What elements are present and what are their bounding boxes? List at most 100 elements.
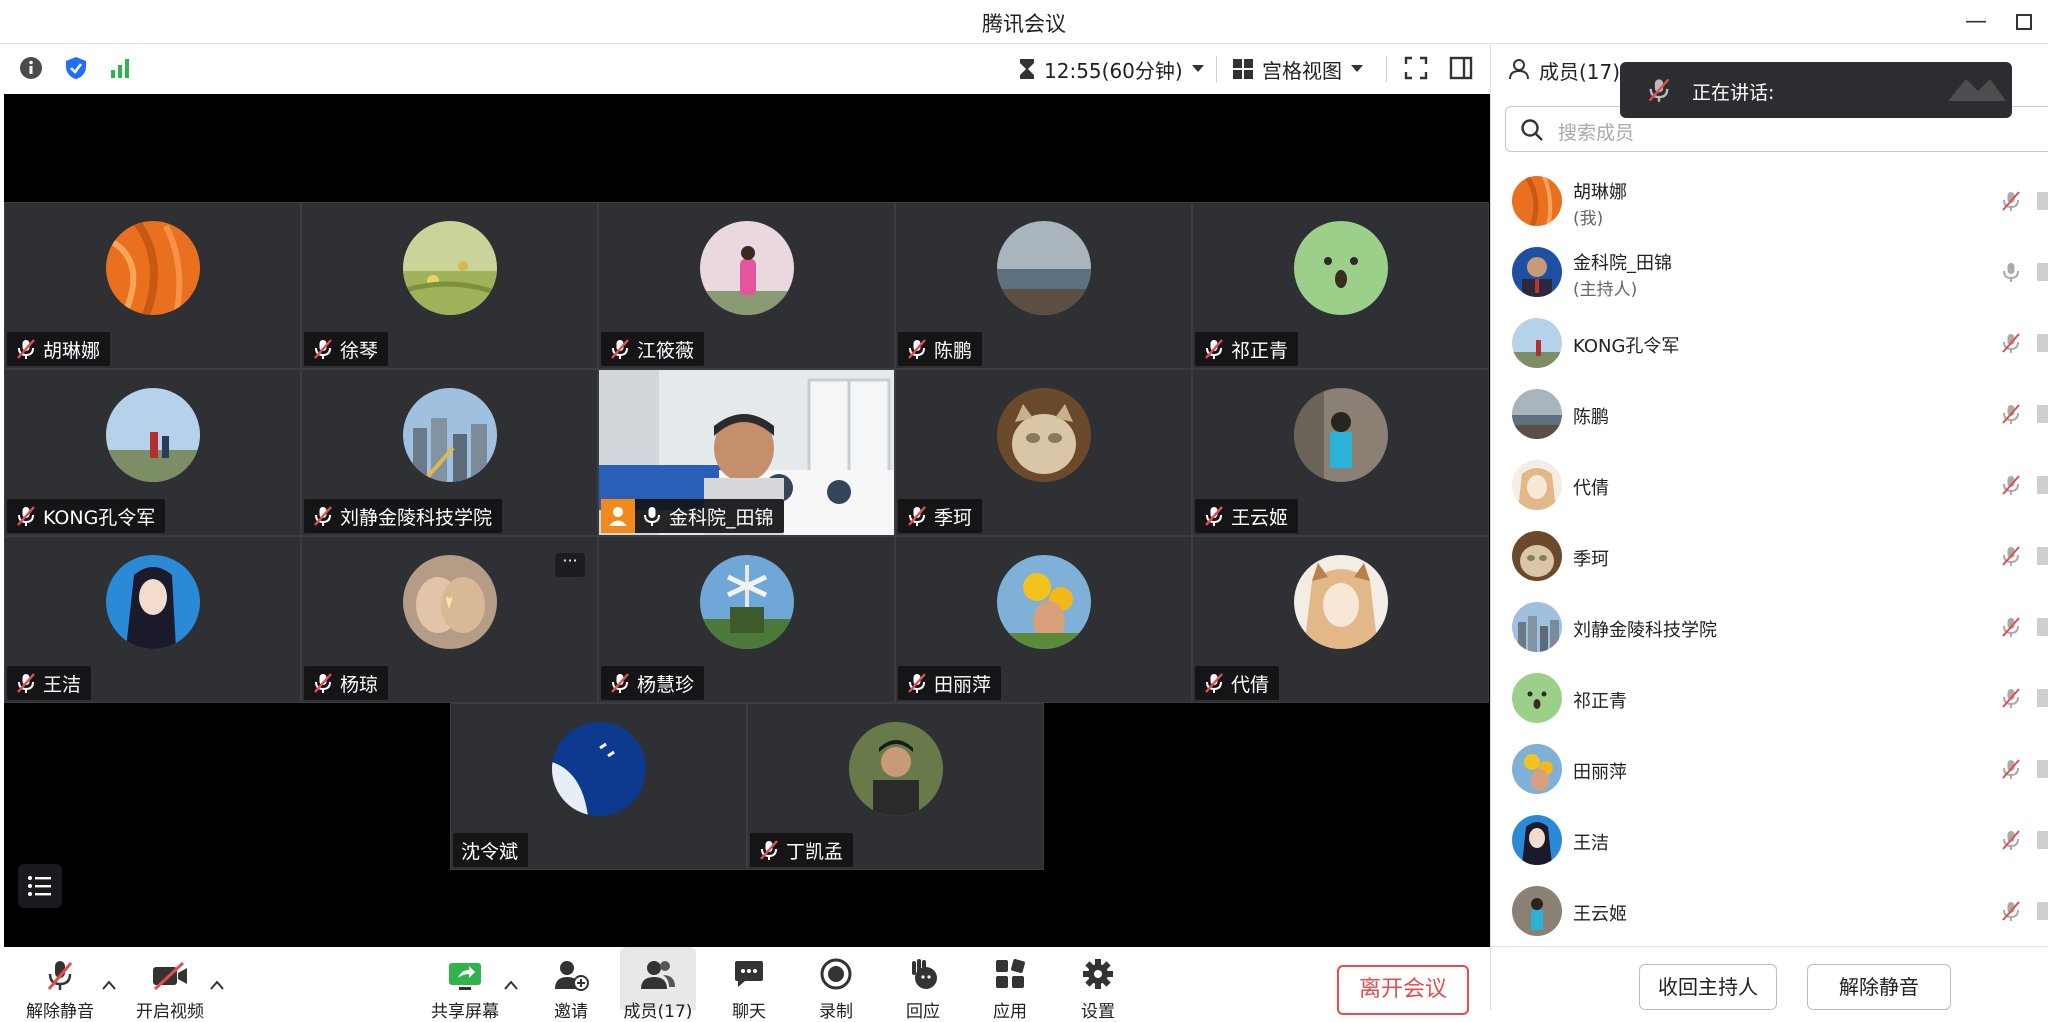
unmute-all-button[interactable]: 解除静音 xyxy=(1807,964,1951,1010)
camera-off-icon[interactable] xyxy=(2037,902,2048,920)
mic-muted-icon xyxy=(1205,506,1223,526)
camera-off-icon[interactable] xyxy=(2037,192,2048,210)
leave-meeting-button[interactable]: 离开会议 xyxy=(1337,965,1469,1015)
mic-muted-icon[interactable] xyxy=(2000,900,2022,922)
members-panel-title: 成员(17) xyxy=(1539,60,1621,84)
chevron-down-icon xyxy=(1191,65,1204,72)
start-video-button[interactable]: 开启视频 xyxy=(130,947,210,1022)
mic-muted-icon[interactable] xyxy=(2000,687,2022,709)
video-grid: 胡琳娜 徐琴 江筱薇 陈鹏 祁正青 KONG孔令军 刘静金陵科技学院 金科院_田… xyxy=(4,94,1490,947)
participant-tile[interactable]: 祁正青 xyxy=(1192,202,1489,369)
member-name: 王洁 xyxy=(1573,833,1609,854)
name-tag: 季珂 xyxy=(898,499,983,533)
member-row[interactable]: 田丽萍 xyxy=(1491,734,2048,805)
camera-off-icon[interactable] xyxy=(2037,547,2048,565)
member-row[interactable]: 王洁 xyxy=(1491,805,2048,876)
timer-text: 12:55(60分钟) xyxy=(1044,58,1183,83)
minimize-button[interactable]: — xyxy=(1958,6,1994,38)
avatar xyxy=(996,221,1091,315)
participant-list-toggle[interactable] xyxy=(18,864,62,908)
unmute-button[interactable]: 解除静音 xyxy=(20,947,100,1022)
mic-on-icon[interactable] xyxy=(2000,261,2022,283)
camera-off-icon[interactable] xyxy=(2037,760,2048,778)
mic-muted-icon[interactable] xyxy=(2000,616,2022,638)
member-row[interactable]: 陈鹏 xyxy=(1491,379,2048,450)
participant-tile[interactable]: 刘静金陵科技学院 xyxy=(301,369,598,536)
member-row[interactable]: 王云姬 xyxy=(1491,876,2048,947)
participant-tile[interactable]: 丁凯孟 xyxy=(747,703,1044,870)
reclaim-host-button[interactable]: 收回主持人 xyxy=(1639,964,1777,1010)
security-shield-icon[interactable] xyxy=(63,55,89,85)
member-row[interactable]: KONG孔令军 xyxy=(1491,308,2048,379)
camera-off-icon[interactable] xyxy=(2037,334,2048,352)
invite-button[interactable]: 邀请 xyxy=(531,947,611,1022)
member-row[interactable]: 代倩 xyxy=(1491,450,2048,521)
mic-muted-icon[interactable] xyxy=(2000,403,2022,425)
more-options-button[interactable]: ··· xyxy=(555,553,585,577)
meeting-timer[interactable]: 12:55(60分钟) xyxy=(1018,54,1205,84)
speaking-label: 正在讲话: xyxy=(1692,82,1775,104)
info-icon[interactable] xyxy=(18,55,44,85)
avatar xyxy=(402,388,497,482)
name-tag: 胡琳娜 xyxy=(7,332,111,366)
audio-options-chevron[interactable] xyxy=(98,947,120,1010)
network-signal-icon[interactable] xyxy=(108,55,134,85)
participant-tile[interactable]: 田丽萍 xyxy=(895,536,1192,703)
settings-button[interactable]: 设置 xyxy=(1058,947,1138,1022)
record-button[interactable]: 录制 xyxy=(796,947,876,1022)
video-options-chevron[interactable] xyxy=(206,947,228,1010)
avatar xyxy=(105,388,200,482)
participant-tile[interactable]: 王洁 xyxy=(4,536,301,703)
avatar xyxy=(996,388,1091,482)
camera-off-icon[interactable] xyxy=(2037,618,2048,636)
mic-muted-icon[interactable] xyxy=(2000,332,2022,354)
share-options-chevron[interactable] xyxy=(500,947,522,1010)
camera-icon[interactable] xyxy=(2037,263,2048,281)
reactions-button[interactable]: 回应 xyxy=(883,947,963,1022)
participant-video-tile[interactable]: 金科院_田锦 xyxy=(598,369,895,536)
camera-off-icon[interactable] xyxy=(2037,476,2048,494)
mic-muted-icon[interactable] xyxy=(2000,758,2022,780)
chat-button[interactable]: 聊天 xyxy=(709,947,789,1022)
member-row[interactable]: 刘静金陵科技学院 xyxy=(1491,592,2048,663)
fullscreen-icon[interactable] xyxy=(1403,55,1429,85)
meeting-controls: 解除静音 开启视频 共享屏幕 邀请 成员(17) 聊天 录制 回应 应用 设置 … xyxy=(0,947,1490,1022)
camera-off-icon[interactable] xyxy=(2037,831,2048,849)
participant-tile[interactable]: KONG孔令军 xyxy=(4,369,301,536)
mic-muted-icon[interactable] xyxy=(2000,474,2022,496)
camera-off-icon[interactable] xyxy=(2037,405,2048,423)
apps-icon xyxy=(996,959,1025,988)
mic-muted-icon xyxy=(17,506,35,526)
name-tag: 丁凯孟 xyxy=(750,833,854,867)
participant-name: 金科院_田锦 xyxy=(669,506,774,529)
participant-tile[interactable]: 代倩 xyxy=(1192,536,1489,703)
mic-muted-icon[interactable] xyxy=(2000,545,2022,567)
member-row[interactable]: 季珂 xyxy=(1491,521,2048,592)
apps-button[interactable]: 应用 xyxy=(970,947,1050,1022)
participant-tile[interactable]: ··· 杨琼 xyxy=(301,536,598,703)
view-layout-selector[interactable]: 宫格视图 xyxy=(1232,54,1364,84)
mic-muted-icon xyxy=(908,673,926,693)
title-bar: 腾讯会议 — xyxy=(0,0,2048,44)
participant-tile[interactable]: 沈令斌 xyxy=(450,703,747,870)
mic-muted-icon[interactable] xyxy=(2000,190,2022,212)
participant-tile[interactable]: 徐琴 xyxy=(301,202,598,369)
participant-tile[interactable]: 王云姬 xyxy=(1192,369,1489,536)
mic-muted-icon[interactable] xyxy=(2000,829,2022,851)
participant-name: 江筱薇 xyxy=(637,339,695,362)
member-row[interactable]: 祁正青 xyxy=(1491,663,2048,734)
participant-tile[interactable]: 江筱薇 xyxy=(598,202,895,369)
camera-off-icon[interactable] xyxy=(2037,689,2048,707)
maximize-button[interactable] xyxy=(2006,6,2042,38)
participant-name: 刘静金陵科技学院 xyxy=(340,506,493,529)
participant-tile[interactable]: 杨慧珍 xyxy=(598,536,895,703)
share-screen-button[interactable]: 共享屏幕 xyxy=(425,947,505,1022)
participant-tile[interactable]: 季珂 xyxy=(895,369,1192,536)
member-row[interactable]: 胡琳娜 (我) xyxy=(1491,166,2048,237)
members-button[interactable]: 成员(17) xyxy=(620,947,696,1022)
member-row[interactable]: 金科院_田锦 (主持人) xyxy=(1491,237,2048,308)
sidebar-toggle-icon[interactable] xyxy=(1449,55,1473,85)
participant-name: 杨琼 xyxy=(340,673,379,696)
participant-tile[interactable]: 陈鹏 xyxy=(895,202,1192,369)
participant-tile[interactable]: 胡琳娜 xyxy=(4,202,301,369)
